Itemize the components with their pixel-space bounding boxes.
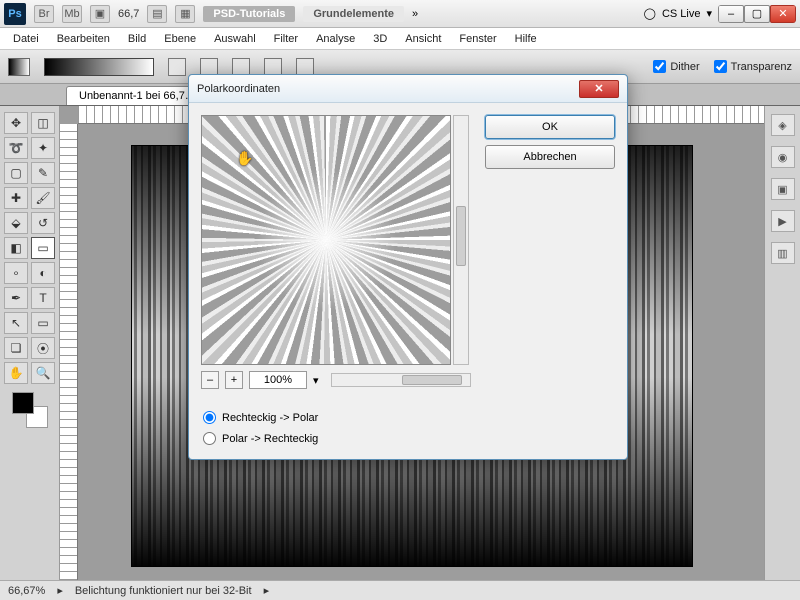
menu-bar: Datei Bearbeiten Bild Ebene Auswahl Filt…	[0, 28, 800, 50]
workspace-tab-tutorials[interactable]: PSD-Tutorials	[203, 6, 295, 22]
shape-tool[interactable]: ▭	[31, 312, 55, 334]
polar-coordinates-dialog: Polarkoordinaten ✕ ✋ – + 100% ▾ OK Abbre…	[188, 74, 628, 460]
preview-zoom-value[interactable]: 100%	[249, 371, 307, 389]
cslive-label[interactable]: CS Live	[662, 8, 701, 20]
adjustments-panel-icon[interactable]: ▣	[771, 178, 795, 200]
preview-horizontal-scrollbar[interactable]	[331, 373, 471, 387]
zoom-tool[interactable]: 🔍	[31, 362, 55, 384]
conversion-options: Rechteckig -> Polar Polar -> Rechteckig	[189, 401, 627, 459]
tool-preset-icon[interactable]	[8, 58, 30, 76]
menu-auswahl[interactable]: Auswahl	[207, 30, 263, 48]
menu-filter[interactable]: Filter	[267, 30, 305, 48]
menu-bild[interactable]: Bild	[121, 30, 153, 48]
dither-checkbox[interactable]: Dither	[653, 60, 699, 73]
color-swatches[interactable]	[12, 392, 48, 428]
menu-datei[interactable]: Datei	[6, 30, 46, 48]
status-more-icon[interactable]: ▸	[264, 584, 270, 597]
eyedropper-tool[interactable]: ✎	[31, 162, 55, 184]
foreground-color[interactable]	[12, 392, 34, 414]
preview-vertical-scrollbar[interactable]	[453, 115, 469, 365]
gradient-radial-icon[interactable]	[200, 58, 218, 76]
filter-preview[interactable]: ✋	[201, 115, 451, 365]
zoom-in-button[interactable]: +	[225, 371, 243, 389]
wand-tool[interactable]: ✦	[31, 137, 55, 159]
menu-3d[interactable]: 3D	[366, 30, 394, 48]
tools-panel: ✥ ◫ ➰ ✦ ▢ ✎ ✚ 🖌 ⬙ ↺ ◧ ▭ ∘ ◐ ✒ T ↖ ▭ ❏ ⦿ …	[0, 106, 60, 580]
app-zoom-value: 66,7	[118, 8, 139, 20]
window-close-button[interactable]: ✕	[770, 5, 796, 23]
dialog-titlebar[interactable]: Polarkoordinaten ✕	[189, 75, 627, 103]
option-polar-to-rect[interactable]: Polar -> Rechteckig	[203, 432, 613, 445]
gradient-angle-icon[interactable]	[232, 58, 250, 76]
hand-cursor-icon: ✋	[236, 150, 253, 167]
paths-panel-icon[interactable]: ▥	[771, 242, 795, 264]
ok-button[interactable]: OK	[485, 115, 615, 139]
hand-tool[interactable]: ✋	[4, 362, 28, 384]
status-bar: 66,67% ▸ Belichtung funktioniert nur bei…	[0, 580, 800, 600]
ruler-vertical[interactable]	[60, 124, 78, 580]
menu-analyse[interactable]: Analyse	[309, 30, 362, 48]
workspace-more-icon[interactable]: »	[412, 8, 418, 20]
menu-ansicht[interactable]: Ansicht	[398, 30, 448, 48]
window-minimize-button[interactable]: –	[718, 5, 744, 23]
bridge-icon[interactable]: Br	[34, 5, 54, 23]
history-panel-icon[interactable]: ▶	[771, 210, 795, 232]
cslive-dropdown-icon[interactable]: ▾	[706, 7, 712, 20]
gradient-reflected-icon[interactable]	[264, 58, 282, 76]
menu-hilfe[interactable]: Hilfe	[508, 30, 544, 48]
dodge-tool[interactable]: ◐	[31, 262, 55, 284]
status-zoom[interactable]: 66,67%	[8, 585, 45, 597]
pen-tool[interactable]: ✒	[4, 287, 28, 309]
zoom-out-button[interactable]: –	[201, 371, 219, 389]
eraser-tool[interactable]: ◧	[4, 237, 28, 259]
cslive-icon[interactable]: ◯	[644, 7, 656, 20]
gradient-picker[interactable]	[44, 58, 154, 76]
gradient-linear-icon[interactable]	[168, 58, 186, 76]
marquee-tool[interactable]: ◫	[31, 112, 55, 134]
screen-mode-icon[interactable]: ▣	[90, 5, 110, 23]
3d-tool[interactable]: ❏	[4, 337, 28, 359]
blur-tool[interactable]: ∘	[4, 262, 28, 284]
gradient-diamond-icon[interactable]	[296, 58, 314, 76]
cancel-button[interactable]: Abbrechen	[485, 145, 615, 169]
app-bar: Ps Br Mb ▣ 66,7 ▤ ▦ PSD-Tutorials Grunde…	[0, 0, 800, 28]
extras-icon[interactable]: ▦	[175, 5, 195, 23]
3d-camera-tool[interactable]: ⦿	[31, 337, 55, 359]
app-logo: Ps	[4, 3, 26, 25]
history-brush-tool[interactable]: ↺	[31, 212, 55, 234]
menu-ebene[interactable]: Ebene	[157, 30, 203, 48]
zoom-dropdown-icon[interactable]: ▾	[313, 374, 319, 387]
layers-panel-icon[interactable]: ◈	[771, 114, 795, 136]
menu-fenster[interactable]: Fenster	[452, 30, 503, 48]
status-play-icon[interactable]: ▸	[57, 584, 63, 597]
arrange-icon[interactable]: ▤	[147, 5, 167, 23]
minibridge-icon[interactable]: Mb	[62, 5, 82, 23]
brush-tool[interactable]: 🖌	[31, 187, 55, 209]
right-panels: ◈ ◉ ▣ ▶ ▥	[764, 106, 800, 580]
transparenz-checkbox[interactable]: Transparenz	[714, 60, 792, 73]
color-panel-icon[interactable]: ◉	[771, 146, 795, 168]
window-maximize-button[interactable]: ▢	[744, 5, 770, 23]
stamp-tool[interactable]: ⬙	[4, 212, 28, 234]
option-rect-to-polar[interactable]: Rechteckig -> Polar	[203, 411, 613, 424]
dialog-close-button[interactable]: ✕	[579, 80, 619, 98]
crop-tool[interactable]: ▢	[4, 162, 28, 184]
status-message: Belichtung funktioniert nur bei 32-Bit	[75, 585, 252, 597]
path-tool[interactable]: ↖	[4, 312, 28, 334]
gradient-tool[interactable]: ▭	[31, 237, 55, 259]
workspace-tab-grundelemente[interactable]: Grundelemente	[303, 6, 404, 22]
heal-tool[interactable]: ✚	[4, 187, 28, 209]
dialog-title: Polarkoordinaten	[197, 83, 579, 95]
type-tool[interactable]: T	[31, 287, 55, 309]
menu-bearbeiten[interactable]: Bearbeiten	[50, 30, 117, 48]
lasso-tool[interactable]: ➰	[4, 137, 28, 159]
move-tool[interactable]: ✥	[4, 112, 28, 134]
